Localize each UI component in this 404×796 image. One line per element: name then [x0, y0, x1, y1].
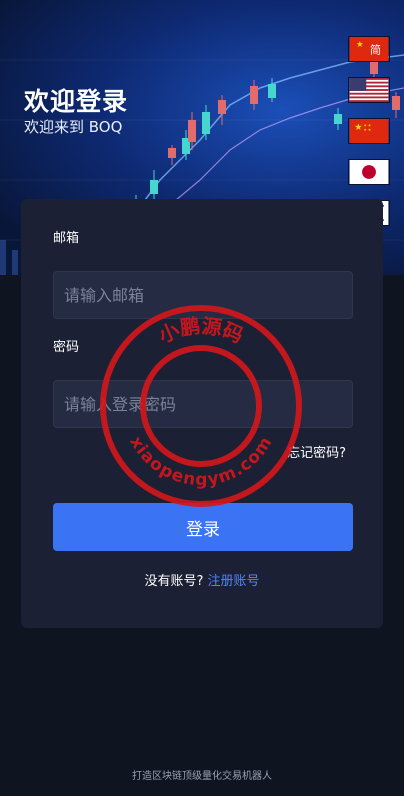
language-label-simplified: 简: [370, 43, 381, 57]
svg-text:★: ★: [354, 122, 362, 133]
cn-flag-icon[interactable]: ★ 简: [348, 36, 390, 62]
svg-text:★: ★: [356, 39, 363, 49]
svg-text:★ ★: ★ ★: [363, 128, 371, 132]
email-field[interactable]: [53, 271, 353, 319]
register-link[interactable]: 注册账号: [208, 574, 260, 589]
login-button[interactable]: 登录: [53, 503, 353, 551]
password-field[interactable]: [53, 380, 353, 428]
svg-text:★ ★: ★ ★: [363, 123, 371, 127]
login-card: 邮箱 密码 忘记密码? 登录 没有账号? 注册账号: [21, 199, 383, 628]
page-subtitle: 欢迎来到 BOQ: [24, 118, 123, 136]
no-account-text: 没有账号?: [144, 574, 208, 589]
jp-flag-icon[interactable]: [348, 159, 390, 185]
password-label: 密码: [53, 340, 80, 355]
us-flag-icon[interactable]: [348, 77, 390, 103]
cn-flag-icon[interactable]: ★ ★ ★ ★ ★: [348, 118, 390, 144]
register-prompt: 没有账号? 注册账号: [21, 570, 383, 589]
forgot-password-link[interactable]: 忘记密码?: [287, 442, 346, 461]
email-label: 邮箱: [53, 231, 80, 246]
page-title: 欢迎登录: [24, 87, 129, 116]
footer-tagline: 打造区块链顶级量化交易机器人: [132, 771, 272, 782]
